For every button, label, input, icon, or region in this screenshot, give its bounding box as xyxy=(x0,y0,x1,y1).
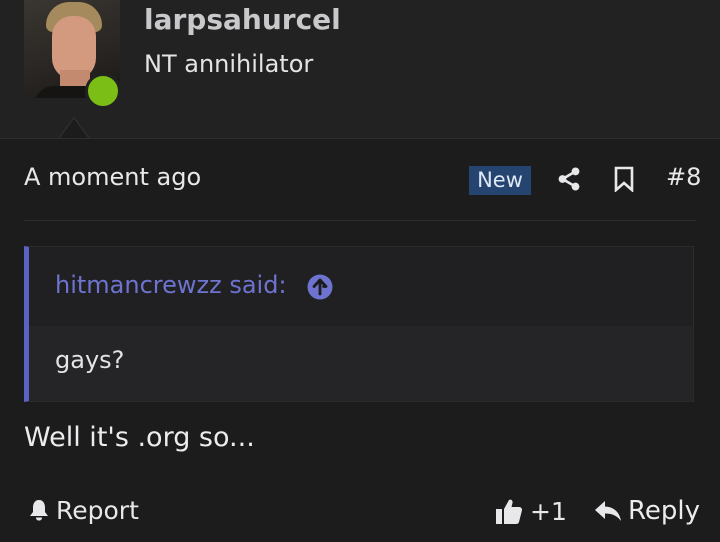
quote-author-link[interactable]: hitmancrewzz said: xyxy=(55,271,287,299)
new-badge: New xyxy=(469,166,531,195)
quote-header: hitmancrewzz said: xyxy=(29,247,693,326)
quote-text: gays? xyxy=(55,346,125,374)
like-button[interactable]: +1 xyxy=(494,494,567,528)
thumbs-up-icon xyxy=(496,499,523,524)
reply-icon xyxy=(595,501,621,521)
bell-icon xyxy=(30,500,48,521)
like-count: +1 xyxy=(530,496,567,526)
post-timestamp[interactable]: A moment ago xyxy=(24,163,201,191)
report-label: Report xyxy=(56,495,139,525)
bookmark-icon[interactable] xyxy=(612,166,636,192)
arrow-up-circle-icon[interactable] xyxy=(307,274,333,300)
post-actions: Report +1 Reply xyxy=(24,490,700,530)
reply-label: Reply xyxy=(628,496,701,526)
quote-block: hitmancrewzz said: gays? xyxy=(24,246,694,402)
user-header: larpsahurcel NT annihilator xyxy=(0,0,720,139)
share-icon[interactable] xyxy=(556,166,582,192)
post-body-text: Well it's .org so... xyxy=(24,422,255,453)
reply-button[interactable]: Reply xyxy=(594,494,700,528)
online-status-indicator xyxy=(85,73,121,109)
report-button[interactable]: Report xyxy=(28,494,139,526)
divider xyxy=(24,220,696,221)
post-number-link[interactable]: #8 xyxy=(666,163,701,191)
user-title: NT annihilator xyxy=(144,50,314,78)
quote-body: gays? xyxy=(29,326,693,401)
avatar[interactable] xyxy=(24,0,121,109)
username[interactable]: larpsahurcel xyxy=(144,3,341,36)
post-meta: A moment ago New #8 xyxy=(24,160,701,200)
